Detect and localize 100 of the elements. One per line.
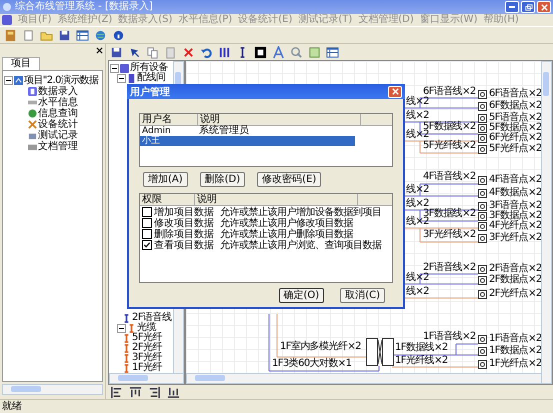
image-icon[interactable]	[308, 46, 321, 58]
book-icon[interactable]	[4, 28, 17, 42]
zoom-icon[interactable]	[290, 46, 303, 58]
outlet-label: 4F语音点×2	[489, 175, 542, 185]
border-icon[interactable]	[254, 46, 267, 58]
tree-item[interactable]: 项目"2.0演示数据	[24, 75, 99, 86]
cable-label: 1F数据线×2	[395, 343, 448, 353]
user-action-button[interactable]: 增加(A)	[143, 172, 188, 187]
tree-item[interactable]: 信息查询	[38, 108, 78, 119]
tree-item[interactable]: 配线间	[137, 73, 166, 83]
save-icon[interactable]	[58, 28, 71, 42]
outlet-icon	[478, 360, 487, 369]
outlet-label: 1F光纤点×2	[489, 359, 542, 369]
user-row[interactable]: 小王	[140, 136, 355, 146]
cancel-button[interactable]: 取消(C)	[340, 288, 385, 303]
horizontal-scrollbar[interactable]	[109, 373, 184, 384]
permission-name: 修改项目数据	[154, 216, 215, 228]
outlet-label: 5F语音点×2	[489, 113, 542, 123]
collapse-toggle[interactable]	[4, 76, 13, 85]
outlet-icon	[478, 347, 487, 356]
ok-button[interactable]: 确定(O)	[278, 288, 324, 303]
close-button[interactable]	[537, 1, 551, 13]
minimize-button[interactable]	[505, 1, 519, 13]
collapse-toggle[interactable]	[117, 324, 126, 332]
outlet-icon	[478, 276, 487, 285]
vertical-scrollbar[interactable]	[541, 61, 552, 384]
copy-icon[interactable]	[146, 46, 159, 58]
undo-icon[interactable]	[200, 46, 213, 58]
cable-icon	[127, 324, 136, 332]
cable-label: 3F光纤线×2	[423, 230, 476, 240]
user-action-button[interactable]: 删除(D)	[200, 172, 246, 187]
tree-item[interactable]: 3F光纤	[132, 353, 162, 363]
outlet-label: 3F数据点×2	[489, 211, 542, 221]
outlet-icon	[478, 234, 487, 243]
align-left-icon[interactable]	[110, 386, 123, 398]
dialog-title: 用户管理	[130, 85, 170, 98]
user-action-button[interactable]: 修改密码(E)	[257, 172, 322, 187]
save-icon[interactable]	[110, 46, 123, 58]
close-icon[interactable]	[96, 46, 103, 54]
tree-item[interactable]: 测试记录	[38, 130, 78, 141]
column-header[interactable]: 说明	[195, 194, 358, 205]
close-button[interactable]	[388, 86, 402, 98]
tree-item[interactable]: 所有设备	[130, 63, 168, 73]
horizontal-scrollbar[interactable]	[2, 384, 103, 395]
window-title: 综合布线管理系统 - [数据录入]	[15, 1, 153, 13]
outlet-icon	[478, 212, 487, 221]
align-bottom-icon[interactable]	[167, 386, 180, 398]
permission-name: 增加项目数据	[154, 206, 215, 218]
collapse-toggle[interactable]	[117, 74, 126, 82]
tree-item[interactable]: 2F语音线	[132, 313, 172, 323]
tree-item[interactable]: 数据录入	[38, 86, 78, 97]
horizontal-scrollbar[interactable]	[186, 373, 542, 384]
user-row[interactable]: Admin 系统管理员	[140, 126, 355, 136]
delete-icon[interactable]	[182, 46, 195, 58]
user-description: 系统管理员	[198, 126, 249, 136]
permission-checkbox[interactable]	[142, 218, 152, 228]
tree-item[interactable]: 水平信息	[38, 97, 78, 108]
column-header[interactable]: 用户名	[140, 114, 198, 125]
tree-item[interactable]: 2F光纤	[132, 343, 162, 353]
cable-label: 5F光纤线×2	[423, 141, 476, 151]
permission-description: 允许或禁止该用户浏览、查询项目数据	[220, 238, 382, 252]
collapse-toggle[interactable]	[110, 64, 119, 72]
font-icon[interactable]	[272, 46, 285, 58]
outlet-label: 4F光纤点×2	[489, 221, 542, 231]
cable-label: 1F3类60大对数×1	[272, 359, 352, 369]
permission-checkbox[interactable]	[142, 206, 152, 216]
outlet-icon	[478, 134, 487, 143]
cable-label: 线×2	[406, 287, 429, 297]
outlet-icon	[478, 202, 487, 211]
restore-button[interactable]	[521, 1, 535, 13]
align-right-icon[interactable]	[148, 386, 161, 398]
column-header[interactable]: 权限	[140, 194, 195, 205]
tree-item[interactable]: 光缆	[137, 323, 156, 333]
tree-item[interactable]: 设备统计	[38, 119, 78, 130]
permission-description: 允许或禁止该用户修改项目数据	[220, 216, 353, 228]
tree-item[interactable]: 5F光纤	[132, 333, 162, 343]
tree-item[interactable]: 1F光纤	[132, 363, 162, 373]
info-icon[interactable]	[112, 28, 125, 42]
table-icon[interactable]	[76, 28, 89, 42]
project-tab[interactable]: 项目	[2, 57, 40, 70]
outlet-label: 5F数据点×2	[489, 123, 542, 133]
permission-checkbox[interactable]	[142, 228, 152, 238]
cable-icon	[122, 344, 131, 352]
close-icon	[390, 87, 400, 96]
outlet-icon	[478, 189, 487, 198]
minimize-icon	[509, 6, 515, 8]
globe-icon	[28, 109, 37, 118]
table-icon[interactable]	[326, 46, 339, 58]
tree-item[interactable]: 文档管理	[38, 141, 78, 152]
cable-label: 线×2	[406, 111, 429, 121]
globe-icon[interactable]	[94, 28, 107, 42]
permission-checkbox[interactable]	[142, 240, 152, 250]
column-header[interactable]: 说明	[198, 114, 361, 125]
cable-label: 1F室内多模光纤×2	[280, 342, 361, 352]
new-file-icon[interactable]	[22, 28, 35, 42]
outlet-label: 2F光纤点×2	[489, 289, 542, 299]
cable-label: 2F语音线×2	[423, 263, 476, 273]
columns-icon[interactable]	[218, 46, 231, 58]
align-top-icon[interactable]	[129, 386, 142, 398]
outlet-icon	[478, 176, 487, 185]
